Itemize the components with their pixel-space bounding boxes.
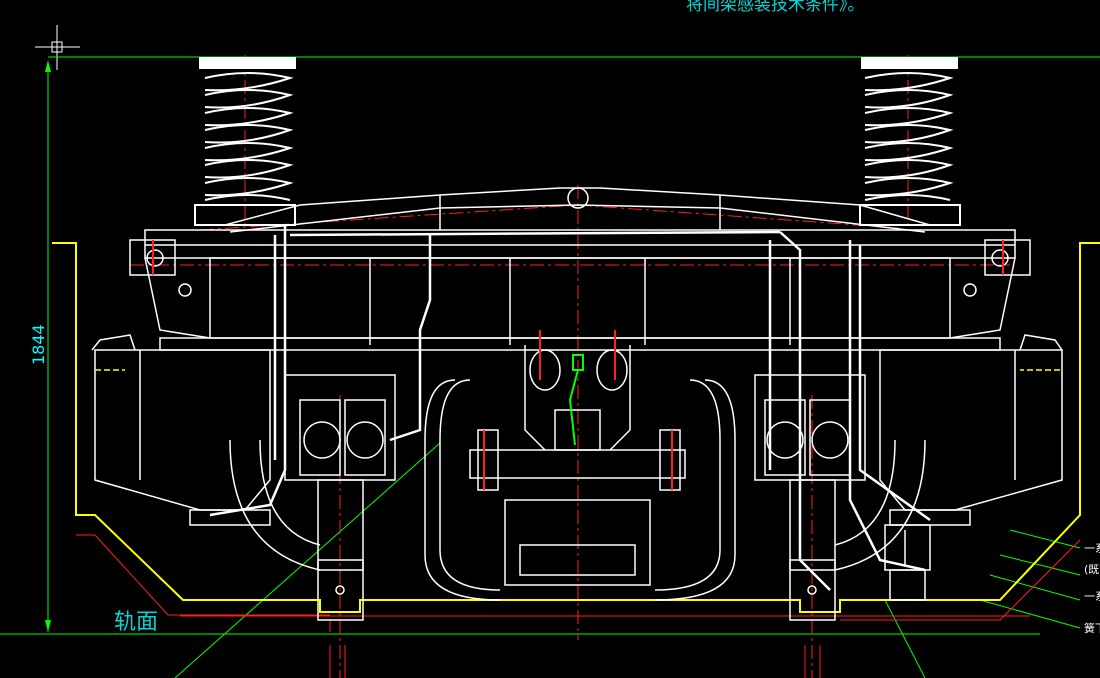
header-note: 将间架感装技术条件》。 <box>686 0 865 15</box>
height-dimension <box>0 56 1100 635</box>
cad-drawing[interactable]: 将间架感装技术条件》。 1844 轨面 一系 (既 一系 簧下 <box>0 0 1100 678</box>
callout-list: 一系 (既 一系 簧下 <box>1084 542 1100 635</box>
left-end-bracket <box>91 239 271 526</box>
gauge-envelope <box>52 242 1100 613</box>
right-end-bracket <box>879 239 1063 526</box>
ucs-crosshair-icon <box>35 25 80 70</box>
callout-1: 一系 <box>1084 542 1100 555</box>
callout-2: (既 <box>1084 563 1099 576</box>
height-dimension-value: 1844 <box>29 324 48 365</box>
right-axle-box <box>754 374 866 621</box>
rail-surface-label: 轨面 <box>114 610 158 635</box>
right-air-spring <box>859 57 961 226</box>
green-sensor <box>568 354 584 446</box>
callout-4: 簧下 <box>1084 621 1100 635</box>
callout-3: 一系 <box>1084 590 1100 603</box>
